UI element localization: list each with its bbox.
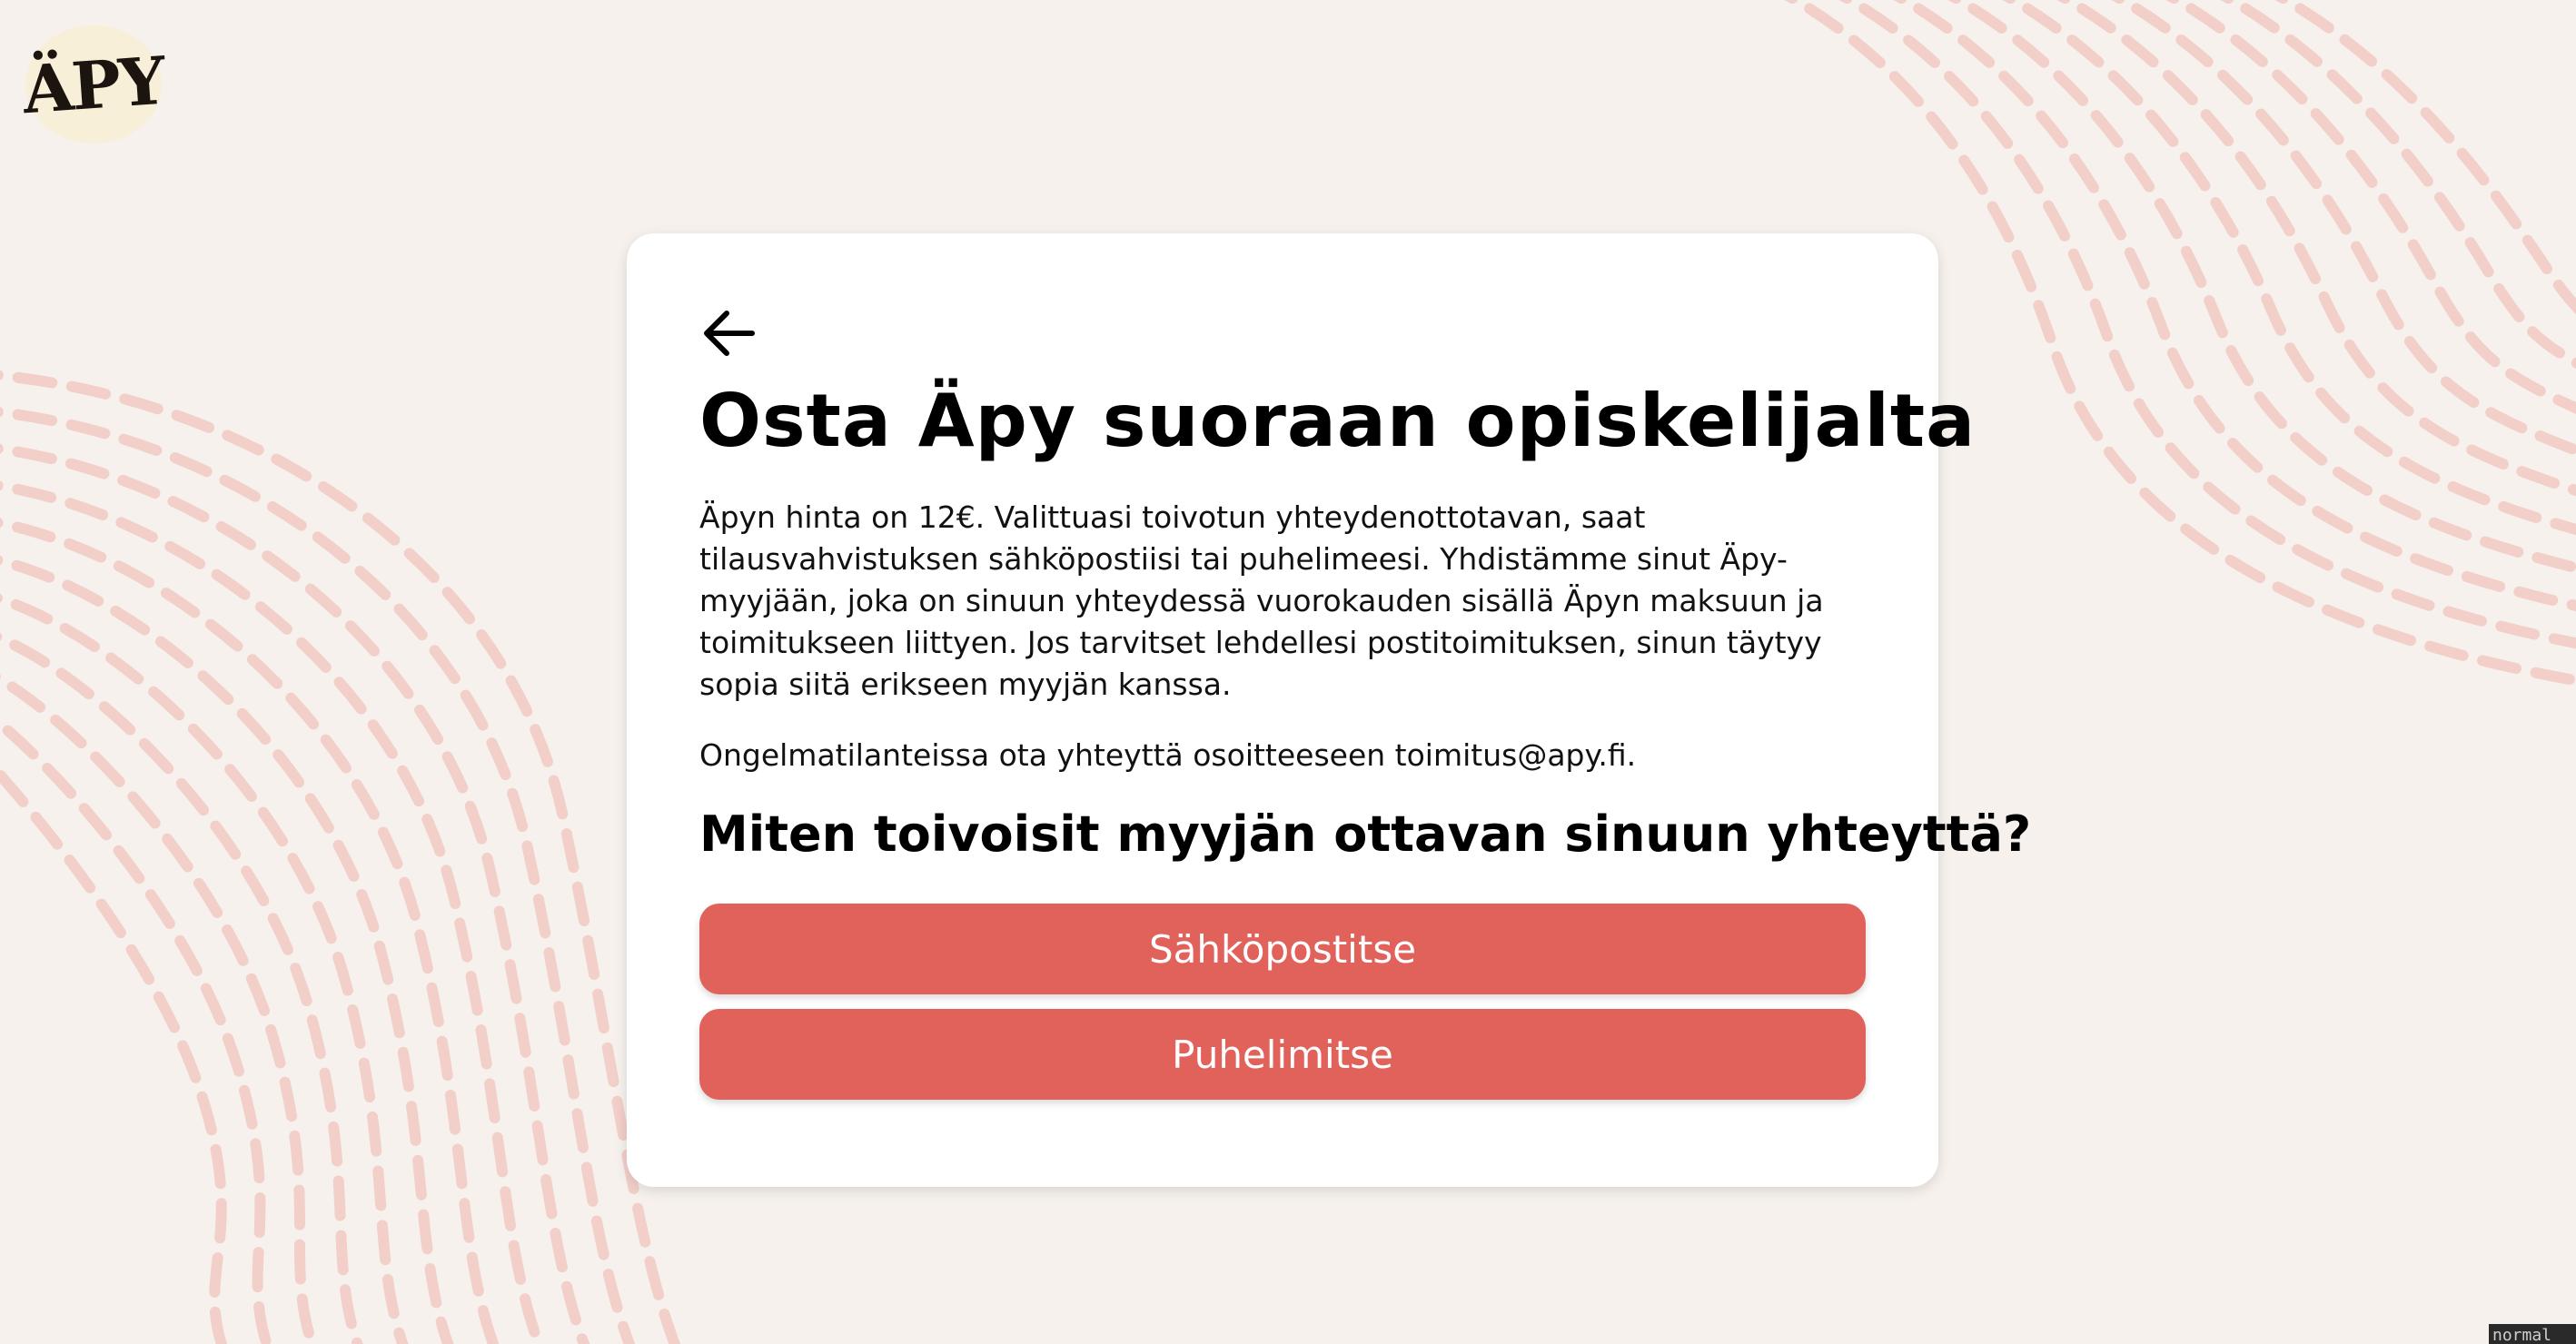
intro-text: Äpyn hinta on 12€. Valittuasi toivotun y… xyxy=(699,499,1824,702)
contact-note: Ongelmatilanteissa ota yhteyttä osoittee… xyxy=(699,737,1637,773)
contact-method-question: Miten toivoisit myyjän ottavan sinuun yh… xyxy=(699,805,2032,863)
apy-logo[interactable]: ÄPY xyxy=(21,25,166,143)
purchase-card: Osta Äpy suoraan opiskelijalta Äpyn hint… xyxy=(627,233,2031,1187)
arrow-left-icon xyxy=(704,311,755,356)
back-button[interactable] xyxy=(699,304,758,362)
logo-text: ÄPY xyxy=(20,41,167,128)
page-title: Osta Äpy suoraan opiskelijalta xyxy=(699,379,1977,463)
email-option-button[interactable]: Sähköpostitse xyxy=(699,904,1866,994)
mode-indicator: normal xyxy=(2489,1324,2576,1344)
page: ÄPY Osta Äpy suoraan opiskelijalta Äpyn … xyxy=(0,0,2576,1344)
phone-option-button[interactable]: Puhelimitse xyxy=(699,1009,1866,1100)
